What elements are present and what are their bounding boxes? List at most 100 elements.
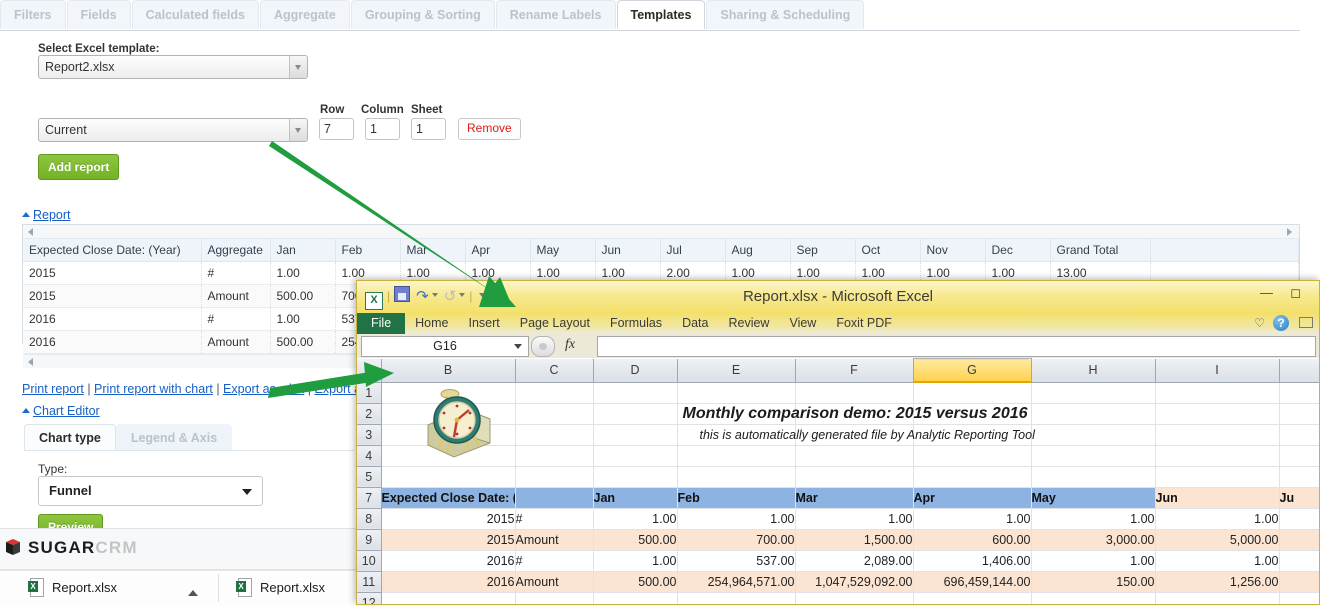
cell-H2[interactable]	[1031, 403, 1156, 425]
report-col-9[interactable]: Aug	[725, 239, 791, 262]
row-header-9[interactable]: 9	[357, 529, 382, 551]
column-header-G[interactable]: G	[912, 358, 1032, 383]
cell-I4[interactable]	[1155, 445, 1280, 467]
scroll-left-icon[interactable]	[28, 228, 33, 236]
select-all-corner[interactable]	[357, 358, 382, 383]
tab-rename-labels[interactable]: Rename Labels	[495, 0, 616, 29]
column-header-H[interactable]: H	[1031, 358, 1156, 383]
excel-template-select[interactable]: Report2.xlsx	[38, 55, 308, 79]
cell-I10[interactable]: 1.00	[1155, 550, 1280, 572]
print-report-link[interactable]: Print report	[22, 382, 84, 396]
insert-function-icon[interactable]: fx	[565, 337, 575, 353]
sheet-input[interactable]	[411, 118, 446, 140]
cell-D12[interactable]	[593, 592, 678, 604]
ribbon-tab-foxit-pdf[interactable]: Foxit PDF	[826, 313, 902, 334]
cell-J2[interactable]	[1279, 403, 1319, 425]
cell-B7[interactable]: Expected Close Date: (Year)	[381, 487, 516, 509]
report-section-toggle[interactable]: Report	[22, 208, 71, 222]
ribbon-tab-insert[interactable]: Insert	[459, 313, 510, 334]
cell-B10[interactable]: 2016	[381, 550, 516, 572]
cell-B5[interactable]	[381, 466, 516, 488]
tab-aggregate[interactable]: Aggregate	[259, 0, 350, 29]
report-col-1[interactable]: Aggregate	[201, 239, 271, 262]
cell-F12[interactable]	[795, 592, 914, 604]
cell-G8[interactable]: 1.00	[913, 508, 1032, 530]
formula-expand-icon[interactable]	[531, 336, 555, 357]
report-col-11[interactable]: Oct	[855, 239, 921, 262]
help-icon[interactable]: ?	[1273, 315, 1289, 331]
report-col-5[interactable]: Apr	[465, 239, 531, 262]
report-col-6[interactable]: May	[530, 239, 596, 262]
ribbon-collapse-icon[interactable]: ♡	[1254, 316, 1265, 330]
column-input[interactable]	[365, 118, 400, 140]
print-report-with-chart-link[interactable]: Print report with chart	[94, 382, 213, 396]
row-header-1[interactable]: 1	[357, 382, 382, 404]
row-header-8[interactable]: 8	[357, 508, 382, 530]
cell-G9[interactable]: 600.00	[913, 529, 1032, 551]
cell-I9[interactable]: 5,000.00	[1155, 529, 1280, 551]
cell-H9[interactable]: 3,000.00	[1031, 529, 1156, 551]
cell-I8[interactable]: 1.00	[1155, 508, 1280, 530]
cell-J3[interactable]	[1279, 424, 1319, 446]
chart-type-select[interactable]: Funnel	[38, 476, 263, 506]
cell-H5[interactable]	[1031, 466, 1156, 488]
maximize-button[interactable]: ◻	[1290, 285, 1301, 301]
report-col-2[interactable]: Jan	[270, 239, 336, 262]
chart-editor-toggle[interactable]: Chart Editor	[22, 404, 100, 418]
row-header-3[interactable]: 3	[357, 424, 382, 446]
cell-I2[interactable]	[1155, 403, 1280, 425]
cell-H1[interactable]	[1031, 382, 1156, 404]
cell-G12[interactable]	[913, 592, 1032, 604]
row-header-2[interactable]: 2	[357, 403, 382, 425]
tab-fields[interactable]: Fields	[66, 0, 131, 29]
cell-F4[interactable]	[795, 445, 914, 467]
cell-B8[interactable]: 2015	[381, 508, 516, 530]
report-col-13[interactable]: Dec	[985, 239, 1051, 262]
cell-H12[interactable]	[1031, 592, 1156, 604]
add-report-button[interactable]: Add report	[38, 154, 120, 180]
column-header-D[interactable]: D	[593, 358, 678, 383]
cell-C4[interactable]	[515, 445, 594, 467]
cell-E9[interactable]: 700.00	[677, 529, 796, 551]
cell-E3[interactable]: this is automatically generated file by …	[677, 424, 1035, 446]
tab-grouping-sorting[interactable]: Grouping & Sorting	[350, 0, 495, 29]
row-header-4[interactable]: 4	[357, 445, 382, 467]
cell-J8[interactable]	[1279, 508, 1319, 530]
cell-G5[interactable]	[913, 466, 1032, 488]
cell-D5[interactable]	[593, 466, 678, 488]
report-col-8[interactable]: Jul	[660, 239, 726, 262]
ribbon-tab-home[interactable]: Home	[405, 313, 458, 334]
tab-legend-axis[interactable]: Legend & Axis	[115, 424, 233, 450]
minimize-button[interactable]: —	[1260, 285, 1273, 300]
taskbar-expand-chevron-icon[interactable]	[188, 585, 198, 599]
cell-J7[interactable]: Ju	[1279, 487, 1319, 509]
tab-chart-type[interactable]: Chart type	[24, 424, 116, 450]
cell-D9[interactable]: 500.00	[593, 529, 678, 551]
row-header-5[interactable]: 5	[357, 466, 382, 488]
cell-B9[interactable]: 2015	[381, 529, 516, 551]
cell-F8[interactable]: 1.00	[795, 508, 914, 530]
row-header-7[interactable]: 7	[357, 487, 382, 509]
cell-J9[interactable]	[1279, 529, 1319, 551]
cell-E12[interactable]	[677, 592, 796, 604]
tab-filters[interactable]: Filters	[0, 0, 66, 29]
ribbon-tab-file[interactable]: File	[357, 313, 406, 334]
cell-B11[interactable]: 2016	[381, 571, 516, 593]
ribbon-tab-view[interactable]: View	[779, 313, 826, 334]
cell-G10[interactable]: 1,406.00	[913, 550, 1032, 572]
cell-C12[interactable]	[515, 592, 594, 604]
cell-J4[interactable]	[1279, 445, 1319, 467]
cell-H10[interactable]: 1.00	[1031, 550, 1156, 572]
name-box[interactable]: G16	[361, 336, 529, 357]
cell-H8[interactable]: 1.00	[1031, 508, 1156, 530]
cell-D1[interactable]	[593, 382, 678, 404]
cell-D10[interactable]: 1.00	[593, 550, 678, 572]
cell-C2[interactable]	[515, 403, 594, 425]
column-header-E[interactable]: E	[677, 358, 796, 383]
cell-C7[interactable]	[515, 487, 594, 509]
cell-H11[interactable]: 150.00	[1031, 571, 1156, 593]
excel-titlebar[interactable]: X | ↷ ↺ | Report.xlsx - Microsoft Excel — ◻	[356, 280, 1320, 313]
cell-J5[interactable]	[1279, 466, 1319, 488]
ribbon-tab-review[interactable]: Review	[718, 313, 779, 334]
cell-D4[interactable]	[593, 445, 678, 467]
